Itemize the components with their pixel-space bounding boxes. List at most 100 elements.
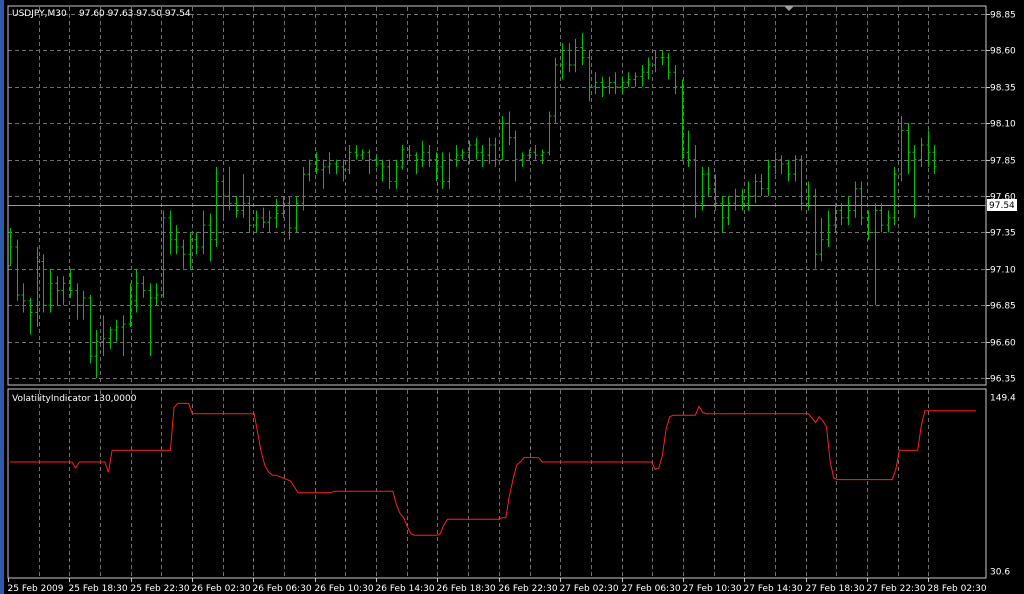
ohlc-bar [786, 159, 791, 182]
ohlc-bar [15, 239, 20, 301]
ohlc-bar [640, 64, 645, 87]
ohlc-bar [101, 315, 106, 357]
ohlc-bar [646, 57, 651, 80]
ohlc-bar [779, 155, 784, 175]
price-tick-label: 96.60 [990, 339, 1016, 349]
ohlc-bar [533, 145, 538, 160]
ohlc-bar [94, 329, 99, 378]
ohlc-bar [380, 159, 385, 182]
price-tick-label: 98.35 [990, 84, 1016, 94]
ohlc-bar [607, 76, 612, 95]
time-tick-label: 26 Feb 02:30 [192, 584, 251, 594]
ohlc-bar [813, 188, 818, 269]
ohlc-bar [61, 276, 66, 306]
grid [8, 7, 986, 577]
time-tick-label: 26 Feb 18:30 [437, 584, 496, 594]
ohlc-bar [214, 166, 219, 247]
ohlc-bar [547, 111, 552, 156]
chart-shift-marker-icon[interactable] [784, 6, 794, 11]
time-tick-label: 26 Feb 10:30 [315, 584, 374, 594]
ohlc-bar [321, 159, 326, 189]
indicator-panel[interactable] [7, 388, 987, 579]
ohlc-bar [181, 239, 186, 269]
ohlc-bar [839, 203, 844, 226]
ohlc-bar [773, 152, 778, 175]
ohlc-bar [620, 76, 625, 95]
ohlc-bar [493, 137, 498, 167]
ohlc-bar [221, 178, 226, 218]
ohlc-bar [394, 159, 399, 189]
chart-canvas: 98.8598.6098.3598.1097.8597.6097.3597.10… [0, 0, 1017, 594]
price-tick-label: 97.10 [990, 266, 1016, 276]
ohlc-bar [420, 140, 425, 167]
ohlc-bar [447, 152, 452, 189]
ohlc-bar [407, 145, 412, 160]
ohlc-bar [819, 217, 824, 262]
ohlc-bar [28, 297, 33, 335]
ohlc-bar [700, 166, 705, 211]
ohlc-bar [480, 145, 485, 167]
ohlc-bar [906, 123, 911, 175]
ohlc-bar [580, 32, 585, 65]
time-tick-label: 27 Feb 18:30 [806, 584, 865, 594]
ohlc-bar [427, 145, 432, 167]
ohlc-bar [706, 166, 711, 196]
time-tick-label: 26 Feb 06:30 [253, 584, 312, 594]
price-tick-label: 98.10 [990, 120, 1016, 130]
ohlc-bar [660, 50, 665, 65]
ohlc-bar [500, 115, 505, 161]
ohlc-bar [307, 159, 312, 182]
ohlc-bar [873, 203, 878, 306]
ohlc-bar [846, 196, 851, 226]
price-tick-label: 98.85 [990, 11, 1016, 21]
ohlc-bar [354, 145, 359, 160]
ohlc-bar [347, 145, 352, 175]
time-tick-label: 27 Feb 14:30 [744, 584, 803, 594]
ohlc-bar [55, 276, 60, 306]
ohlc-bar [341, 159, 346, 182]
ohlc-bar [720, 196, 725, 233]
ohlc-bar [932, 145, 937, 175]
ohlc-bar [161, 210, 166, 298]
ohlc-bar [693, 145, 698, 218]
ohlc-bar [520, 152, 525, 167]
ohlc-bar [626, 72, 631, 87]
ohlc-bar [208, 213, 213, 262]
ohlc-bar [374, 155, 379, 167]
ohlc-bar [387, 159, 392, 189]
ohlc-bar [912, 145, 917, 218]
ohlc-bar [460, 149, 465, 160]
ohlc-bar [247, 196, 252, 233]
ohlc-bar [454, 145, 459, 167]
ohlc-bar [567, 43, 572, 73]
price-panel[interactable] [7, 5, 987, 386]
time-tick-label: 25 Feb 2009 [8, 584, 64, 594]
indicator-label: VolatilityIndicator 130,0000 [12, 394, 137, 404]
time-tick-label: 27 Feb 02:30 [560, 584, 619, 594]
ohlc-bar [613, 72, 618, 95]
price-tick-label: 97.85 [990, 157, 1016, 167]
ohlc-bar [666, 53, 671, 80]
ohlc-bar [899, 115, 904, 182]
ohlc-bar [919, 137, 924, 167]
ohlc-bar [234, 196, 239, 218]
ohlc-bar [334, 159, 339, 175]
ohlc-bar [513, 130, 518, 182]
ohlc-bar [879, 203, 884, 233]
ohlc-bar [487, 137, 492, 164]
ohlc-bar [194, 232, 199, 255]
ohlc-bar [154, 283, 159, 306]
ohlc-bar [414, 152, 419, 175]
ohlc-bar [174, 225, 179, 255]
ohlc-bar [573, 38, 578, 73]
ohlc-bar [75, 283, 80, 320]
ohlc-bar [21, 283, 26, 313]
ohlc-bar [587, 50, 592, 102]
ohlc-bar [227, 166, 232, 211]
time-tick-label: 27 Feb 06:30 [622, 584, 681, 594]
ohlc-bar [35, 246, 40, 328]
ohlc-bar [267, 210, 272, 233]
ohlc-bar [81, 290, 86, 320]
ohlc-bar [287, 196, 292, 240]
ohlc-bar [301, 166, 306, 211]
